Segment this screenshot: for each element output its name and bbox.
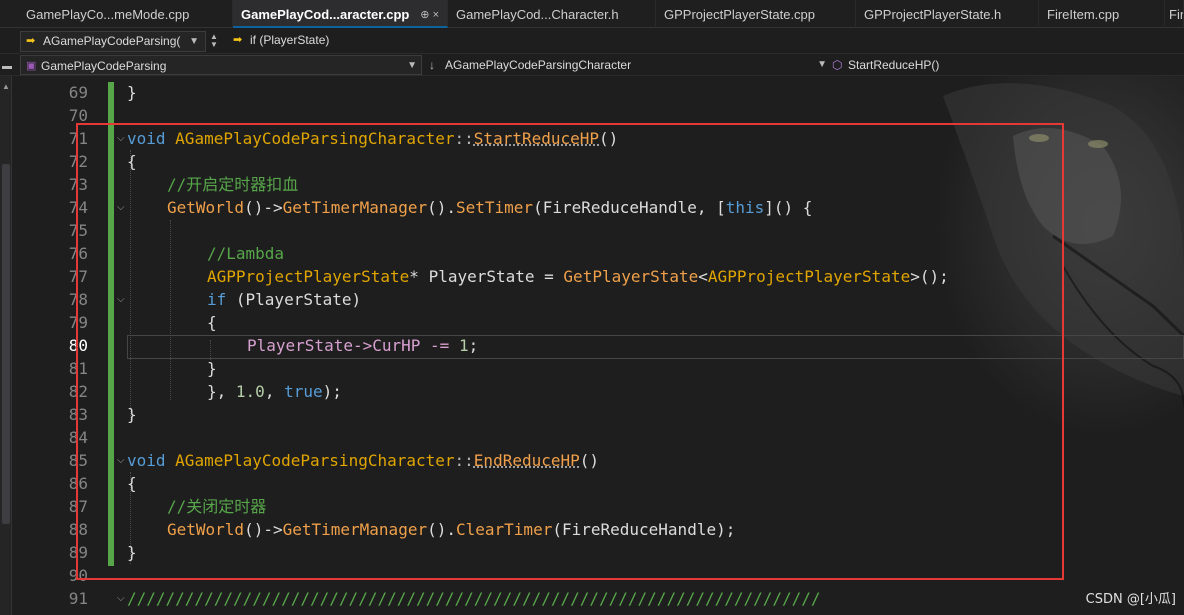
- tab-label: Fir: [1169, 7, 1184, 22]
- tab-label: GamePlayCod...aracter.cpp: [241, 7, 410, 22]
- project-icon: ▣: [26, 60, 37, 72]
- code-line-69[interactable]: }: [127, 81, 137, 104]
- line-number: 69: [68, 83, 88, 102]
- tab-pin-close-icon[interactable]: ⊕ ×: [420, 0, 439, 26]
- tab-gameplay-character-h[interactable]: GamePlayCod...Character.h: [448, 0, 656, 28]
- tab-bar: GamePlayCo...meMode.cpp GamePlayCod...ar…: [0, 0, 1184, 28]
- scrollbar-thumb[interactable]: [2, 164, 10, 524]
- member-scope-value: StartReduceHP(): [848, 58, 940, 72]
- class-scope-dropdown[interactable]: ↓ AGamePlayCodeParsingCharacter ▼: [427, 55, 827, 75]
- tab-gpprojectplayerstate-cpp[interactable]: GPProjectPlayerState.cpp: [656, 0, 856, 28]
- spin-updown-icon[interactable]: ▲ ▼: [208, 33, 220, 50]
- project-dropdown[interactable]: ▣ GamePlayCodeParsing ▼: [20, 55, 422, 75]
- tab-label: GamePlayCod...Character.h: [456, 7, 619, 22]
- tab-overflow[interactable]: Fir: [1165, 0, 1184, 28]
- class-dropdown-value: AGamePlayCodeParsing(: [43, 34, 181, 48]
- tab-label: GPProjectPlayerState.h: [864, 7, 1002, 22]
- scroll-up-icon[interactable]: ▲: [0, 82, 12, 91]
- csdn-watermark: CSDN @[小瓜]: [1085, 592, 1176, 607]
- tab-label: GPProjectPlayerState.cpp: [664, 7, 816, 22]
- member-navigation-bar: ▬ ▣ GamePlayCodeParsing ▼ ↓ AGamePlayCod…: [0, 54, 1184, 76]
- arrow-right-icon: ➡: [233, 34, 243, 46]
- tab-gameplay-gamemode-cpp[interactable]: GamePlayCo...meMode.cpp: [18, 0, 233, 28]
- tab-label: FireItem.cpp: [1047, 7, 1120, 22]
- class-dropdown[interactable]: ➡ AGamePlayCodeParsing( ▼: [20, 31, 206, 52]
- collapse-icon[interactable]: ▬: [0, 55, 12, 75]
- class-scope-value: AGamePlayCodeParsingCharacter: [445, 58, 632, 72]
- line-number: 91: [68, 589, 88, 608]
- chevron-down-icon: ▼: [189, 36, 199, 47]
- arrow-down-icon: ↓: [429, 58, 435, 72]
- code-line-91[interactable]: ////////////////////////////////////////…: [127, 587, 821, 610]
- tab-label: GamePlayCo...meMode.cpp: [26, 7, 190, 22]
- scope-dropdown-value: if (PlayerState): [250, 33, 330, 47]
- arrow-right-icon: ➡: [26, 35, 36, 47]
- fold-chevron-icon[interactable]: ⌵: [117, 587, 127, 610]
- tab-gpprojectplayerstate-h[interactable]: GPProjectPlayerState.h: [856, 0, 1039, 28]
- chevron-down-icon: ▼: [817, 59, 827, 70]
- annotation-highlight-box: [76, 123, 1064, 580]
- vertical-scrollbar[interactable]: ▲: [0, 76, 12, 615]
- tab-fireitem-cpp[interactable]: FireItem.cpp: [1039, 0, 1165, 28]
- navigation-bar: ➡ AGamePlayCodeParsing( ▼ ▲ ▼ ➡ if (Playe…: [0, 29, 1184, 54]
- scope-dropdown[interactable]: ➡ if (PlayerState): [228, 31, 1184, 52]
- chevron-down-icon: ▼: [407, 60, 417, 71]
- project-dropdown-value: GamePlayCodeParsing: [41, 59, 167, 73]
- tab-gameplay-character-cpp[interactable]: GamePlayCod...aracter.cpp ⊕ ×: [233, 0, 448, 28]
- comment: ////////////////////////////////////////…: [127, 589, 821, 608]
- member-scope-dropdown[interactable]: ⬡ StartReduceHP(): [830, 55, 1184, 75]
- brace: }: [127, 83, 137, 102]
- method-cube-icon: ⬡: [832, 58, 843, 72]
